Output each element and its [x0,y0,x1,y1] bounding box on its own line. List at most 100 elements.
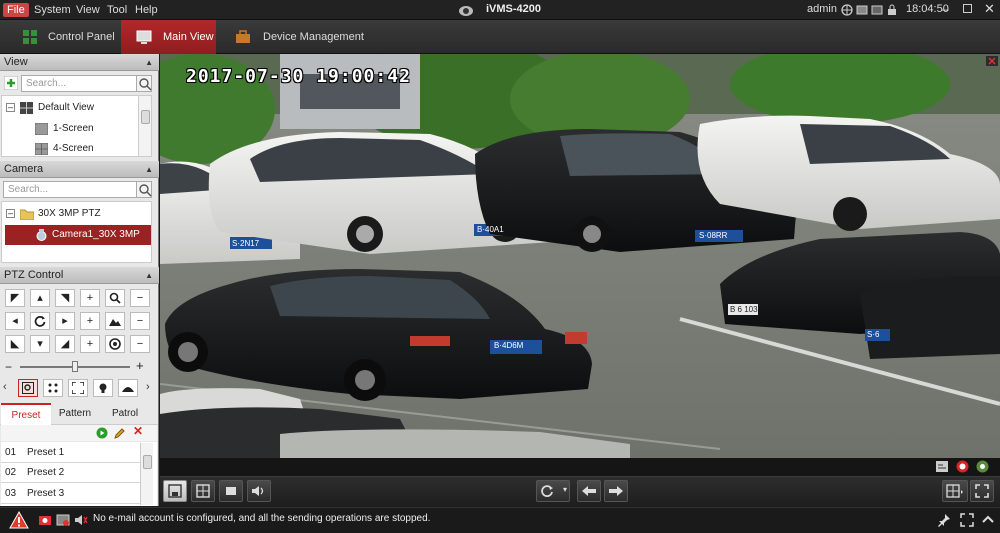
tree-item-4-screen[interactable]: 4-Screen [0,139,152,159]
list-item[interactable]: 03 Preset 3 [1,484,151,504]
ptz-down-right-button[interactable]: ◢ [55,335,75,353]
previous-page-button[interactable] [577,480,601,502]
auxiliary-light-button[interactable] [93,379,113,397]
stop-all-live-button[interactable] [219,480,243,502]
iris-icon-button[interactable] [105,335,125,353]
focus-icon-button[interactable] [105,312,125,330]
fullscreen-ptz-button[interactable] [68,379,88,397]
ptz-left-button[interactable]: ◂ [5,312,25,330]
save-view-button[interactable] [163,480,187,502]
ptz-down-button[interactable]: ▾ [30,335,50,353]
collapse-arrow-icon[interactable]: ▲ [145,267,153,284]
fullscreen-icon [975,484,989,498]
lock-icon[interactable] [886,4,898,16]
focus-plus-button[interactable]: + [80,312,100,330]
light-button[interactable] [43,379,63,397]
tree-item-1-screen[interactable]: 1-Screen [0,119,152,139]
tab-device-management[interactable]: Device Management [217,20,367,54]
menu-tool[interactable]: Tool [103,3,131,17]
stream-info-icon[interactable] [936,461,948,472]
menu-file[interactable]: File [3,3,29,17]
fullscreen-app-icon[interactable] [960,513,974,527]
pin-icon[interactable] [937,513,951,527]
device-exception-icon[interactable] [56,513,70,527]
collapse-toggle-icon[interactable]: – [6,103,15,112]
event-alarm-icon[interactable] [38,513,52,527]
view-search-input[interactable]: Search... [21,75,137,92]
edit-preset-icon[interactable] [114,427,126,439]
refresh-stream-icon[interactable] [976,460,989,473]
scroll-right-icon[interactable]: › [146,381,150,393]
audio-button[interactable] [247,480,271,502]
wiper-icon [122,387,134,392]
alarm-sound-icon[interactable] [74,513,88,527]
3d-zoom-button[interactable] [18,379,38,397]
zoom-icon-button[interactable] [105,289,125,307]
search-icon [139,184,152,197]
scroll-left-icon[interactable]: ‹ [3,381,7,393]
view-search-button[interactable] [136,75,152,92]
window-division-button[interactable] [191,480,215,502]
arrow-down-icon: ▾ [37,338,43,350]
tab-label: Control Panel [48,31,115,43]
alarm-warning-icon[interactable] [9,511,29,529]
subtab-preset[interactable]: Preset [1,403,51,425]
tab-main-view[interactable]: Main View [121,20,216,54]
tab-control-panel[interactable]: Control Panel [0,20,120,54]
iris-minus-button[interactable]: − [130,335,150,353]
ram-icon [871,5,883,15]
screen-layout-button[interactable] [942,480,968,502]
fullscreen-button[interactable] [970,480,994,502]
collapse-toggle-icon[interactable]: – [6,209,15,218]
subtab-patrol[interactable]: Patrol [100,403,150,425]
expand-up-icon[interactable] [981,513,995,527]
plate-text: B·40A1 [477,225,504,234]
record-icon[interactable] [956,460,969,473]
ptz-up-left-button[interactable]: ◤ [5,289,25,307]
dropdown-arrow-icon[interactable]: ▾ [563,485,567,494]
camera-search-input[interactable]: Search... [3,181,137,198]
view-tree-scrollbar[interactable] [138,96,151,156]
iris-plus-button[interactable]: + [80,335,100,353]
speed-decrease-icon[interactable]: − [5,360,12,374]
wiper-button[interactable] [118,379,138,397]
minimize-icon[interactable]: – [942,2,949,16]
plus-icon: + [86,292,94,304]
preset-list-scrollbar[interactable] [140,443,153,505]
list-item[interactable]: 02 Preset 2 [1,463,151,483]
camera-search-button[interactable] [136,181,152,198]
next-page-button[interactable] [604,480,628,502]
ptz-up-right-button[interactable]: ◥ [55,289,75,307]
ptz-speed-slider-handle[interactable] [72,361,78,372]
delete-preset-icon[interactable]: ✕ [133,424,143,438]
auto-switch-button[interactable]: ▾ [536,480,570,502]
tree-item-default-view[interactable]: – Default View [0,98,152,118]
ptz-down-left-button[interactable]: ◣ [5,335,25,353]
zoom-in-button[interactable]: + [80,289,100,307]
menu-system[interactable]: System [30,3,75,17]
tree-item-camera1[interactable]: Camera1_30X 3MP PTZ [5,225,151,260]
globe-icon[interactable] [841,4,853,16]
ptz-up-button[interactable]: ▴ [30,289,50,307]
view-section-header[interactable]: View ▲ [0,54,159,71]
ptz-auto-scan-button[interactable] [30,312,50,330]
add-view-icon[interactable] [4,76,18,90]
menu-view[interactable]: View [72,3,104,17]
subtab-pattern[interactable]: Pattern [50,403,100,425]
speed-increase-icon[interactable]: + [136,358,144,373]
zoom-out-button[interactable]: − [130,289,150,307]
focus-minus-button[interactable]: − [130,312,150,330]
live-video-window[interactable] [160,54,1000,458]
tree-item-camera-group[interactable]: – 30X 3MP PTZ [0,204,152,224]
camera-section-header[interactable]: Camera ▲ [0,161,159,178]
list-item[interactable]: 01 Preset 1 [1,443,151,463]
tab-label: Main View [163,31,214,43]
ptz-right-button[interactable]: ▸ [55,312,75,330]
close-icon[interactable]: ✕ [984,1,995,17]
collapse-arrow-icon[interactable]: ▲ [145,161,153,178]
ptz-section-header[interactable]: PTZ Control ▲ [0,267,159,284]
menu-help[interactable]: Help [131,3,162,17]
collapse-arrow-icon[interactable]: ▲ [145,54,153,71]
call-preset-icon[interactable] [96,427,108,439]
restore-icon[interactable] [963,4,972,13]
